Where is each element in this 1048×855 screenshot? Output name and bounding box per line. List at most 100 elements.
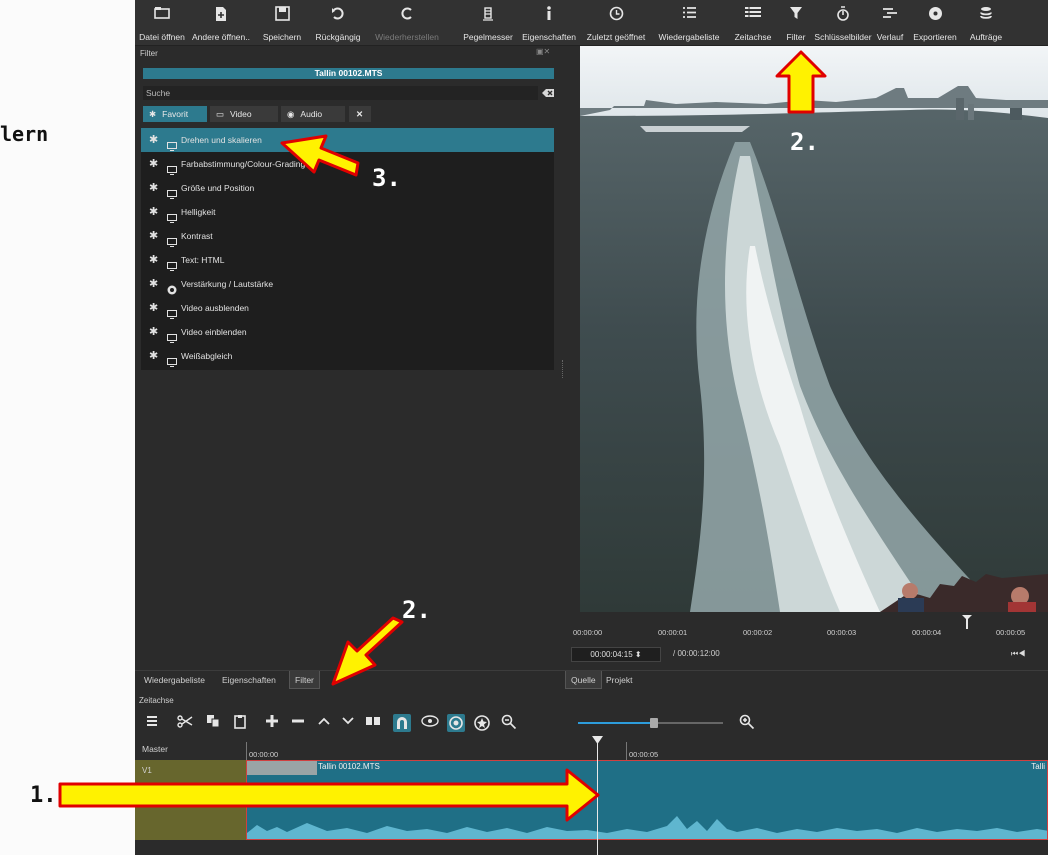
toolbar-open-other-button[interactable]: Andere öffnen.. bbox=[189, 2, 253, 44]
star-icon[interactable]: ✱ bbox=[149, 152, 158, 176]
toolbar-level-meter-button[interactable]: Pegelmesser bbox=[460, 2, 516, 44]
star-icon[interactable]: ✱ bbox=[149, 296, 158, 320]
tab-source[interactable]: Quelle bbox=[565, 671, 602, 689]
star-icon[interactable]: ✱ bbox=[149, 320, 158, 344]
filter-item[interactable]: ✱ Text: HTML bbox=[141, 248, 554, 272]
toolbar-timeline-button[interactable]: Zeitachse bbox=[728, 2, 778, 44]
star-icon[interactable]: ✱ bbox=[149, 224, 158, 248]
speaker-icon: ◉ bbox=[287, 109, 295, 119]
viewer-playhead[interactable] bbox=[962, 615, 972, 629]
filter-item[interactable]: ✱ Farbabstimmung/Colour-Grading bbox=[141, 152, 554, 176]
funnel-icon bbox=[780, 6, 812, 32]
filter-item[interactable]: ✱ Drehen und skalieren bbox=[141, 128, 554, 152]
filter-item[interactable]: ✱ Video ausblenden bbox=[141, 296, 554, 320]
zoom-slider-handle[interactable] bbox=[650, 718, 658, 728]
file-plus-icon bbox=[189, 6, 253, 32]
toolbar-open-file-button[interactable]: Datei öffnen bbox=[137, 2, 187, 44]
export-disc-icon bbox=[908, 6, 962, 32]
floppy-disk-icon bbox=[255, 6, 309, 32]
lift-icon[interactable] bbox=[317, 714, 335, 732]
shotcut-window: Datei öffnen Andere öffnen.. Speichern R… bbox=[135, 0, 1048, 855]
ruler-tick-label: 00:00:05 bbox=[629, 750, 659, 759]
toolbar-filter-button[interactable]: Filter bbox=[780, 2, 812, 44]
track-name: V1 bbox=[142, 766, 152, 775]
paste-icon[interactable] bbox=[233, 714, 251, 732]
toolbar-undo-button[interactable]: Rückgängig bbox=[311, 2, 365, 44]
append-icon[interactable] bbox=[265, 714, 283, 732]
tab-favorite[interactable]: ✱ Favorit bbox=[143, 106, 207, 122]
level-meter-icon bbox=[460, 6, 516, 32]
panel-float-close-icon[interactable]: ▣✕ bbox=[536, 47, 550, 56]
star-icon[interactable]: ✱ bbox=[149, 200, 158, 224]
search-clear-icon[interactable] bbox=[541, 86, 555, 100]
filter-search-input[interactable]: Suche bbox=[143, 86, 538, 100]
undo-icon bbox=[311, 6, 365, 32]
tab-audio[interactable]: ◉ Audio bbox=[281, 106, 345, 122]
toolbar-jobs-button[interactable]: Aufträge bbox=[964, 2, 1008, 44]
timeline-clip[interactable]: Tallin 00102.MTS Talli bbox=[246, 760, 1048, 840]
star-icon[interactable]: ✱ bbox=[149, 248, 158, 272]
viewer-ruler[interactable]: 00:00:00 00:00:01 00:00:02 00:00:03 00:0… bbox=[565, 614, 1048, 644]
audio-waveform bbox=[247, 816, 1047, 839]
snap-magnet-icon[interactable] bbox=[393, 714, 411, 732]
timeline-menu-icon[interactable] bbox=[145, 714, 163, 732]
toolbar-playlist-button[interactable]: Wiedergabeliste bbox=[652, 2, 726, 44]
zoom-out-icon[interactable] bbox=[501, 714, 519, 732]
monitor-icon: ▭ bbox=[216, 109, 225, 119]
toolbar-properties-button[interactable]: Eigenschaften bbox=[518, 2, 580, 44]
toolbar-keyframes-button[interactable]: Schlüsselbilder bbox=[814, 2, 872, 44]
toolbar-recent-button[interactable]: Zuletzt geöffnet bbox=[582, 2, 650, 44]
annotation-label-2-top: 2. bbox=[790, 128, 819, 156]
tab-properties[interactable]: Eigenschaften bbox=[217, 671, 281, 689]
star-icon[interactable]: ✱ bbox=[149, 344, 158, 368]
star-icon[interactable]: ✱ bbox=[149, 272, 158, 296]
scrub-icon[interactable] bbox=[421, 714, 439, 732]
overwrite-icon[interactable] bbox=[341, 714, 359, 732]
zoom-slider-rest[interactable] bbox=[658, 722, 723, 724]
timeline-icon bbox=[728, 6, 778, 32]
filter-item[interactable]: ✱ Video einblenden bbox=[141, 320, 554, 344]
remove-icon[interactable] bbox=[291, 714, 309, 732]
filter-item[interactable]: ✱ Kontrast bbox=[141, 224, 554, 248]
toolbar-history-button[interactable]: Verlauf bbox=[874, 2, 906, 44]
split-icon[interactable] bbox=[365, 714, 383, 732]
star-icon: ✱ bbox=[149, 109, 157, 119]
star-icon[interactable]: ✱ bbox=[149, 176, 158, 200]
toolbar-redo-button[interactable]: Wiederherstellen bbox=[367, 2, 447, 44]
margin-text: lern bbox=[0, 122, 49, 146]
filter-item[interactable]: ✱ Helligkeit bbox=[141, 200, 554, 224]
tab-playlist[interactable]: Wiedergabeliste bbox=[139, 671, 210, 689]
panel-splitter[interactable] bbox=[562, 360, 564, 378]
copy-icon[interactable] bbox=[206, 714, 224, 732]
filter-item[interactable]: ✱ Verstärkung / Lautstärke bbox=[141, 272, 554, 296]
filter-panel-title: Filter bbox=[135, 46, 560, 60]
filter-clip-name: Tallin 00102.MTS bbox=[143, 68, 554, 79]
toolbar-save-button[interactable]: Speichern bbox=[255, 2, 309, 44]
skip-start-icon[interactable]: ⏮◀ bbox=[1011, 649, 1025, 659]
monitor-icon bbox=[167, 352, 177, 376]
clip-name: Tallin 00102.MTS bbox=[318, 762, 380, 771]
timecode-input[interactable]: 00:00:04:15 ⬍ bbox=[571, 647, 661, 662]
ripple-all-icon[interactable] bbox=[473, 714, 491, 732]
annotation-label-2-bottom: 2. bbox=[402, 596, 431, 624]
clip-thumbnail bbox=[247, 761, 317, 775]
info-icon bbox=[518, 6, 580, 32]
redo-icon bbox=[367, 6, 447, 32]
timeline-playhead[interactable] bbox=[592, 736, 603, 855]
filter-list: ✱ Drehen und skalieren ✱ Farbabstimmung/Co… bbox=[141, 128, 554, 370]
star-icon[interactable]: ✱ bbox=[149, 128, 158, 152]
tab-project[interactable]: Projekt bbox=[601, 671, 637, 689]
filter-item[interactable]: ✱ Weißabgleich bbox=[141, 344, 554, 368]
toolbar-export-button[interactable]: Exportieren bbox=[908, 2, 962, 44]
timeline-scrollbar[interactable] bbox=[135, 840, 1048, 855]
zoom-in-icon[interactable] bbox=[739, 714, 757, 732]
cut-icon[interactable] bbox=[177, 714, 195, 732]
zoom-slider-track[interactable] bbox=[578, 722, 658, 724]
tab-video[interactable]: ▭ Video bbox=[210, 106, 278, 122]
spinner-icon[interactable]: ⬍ bbox=[635, 650, 642, 659]
filter-item[interactable]: ✱ Größe und Position bbox=[141, 176, 554, 200]
tab-filter[interactable]: Filter bbox=[289, 671, 320, 689]
close-filter-icon[interactable]: ✕ bbox=[349, 106, 371, 122]
jobs-stack-icon bbox=[964, 6, 1008, 32]
ripple-icon[interactable] bbox=[447, 714, 465, 732]
